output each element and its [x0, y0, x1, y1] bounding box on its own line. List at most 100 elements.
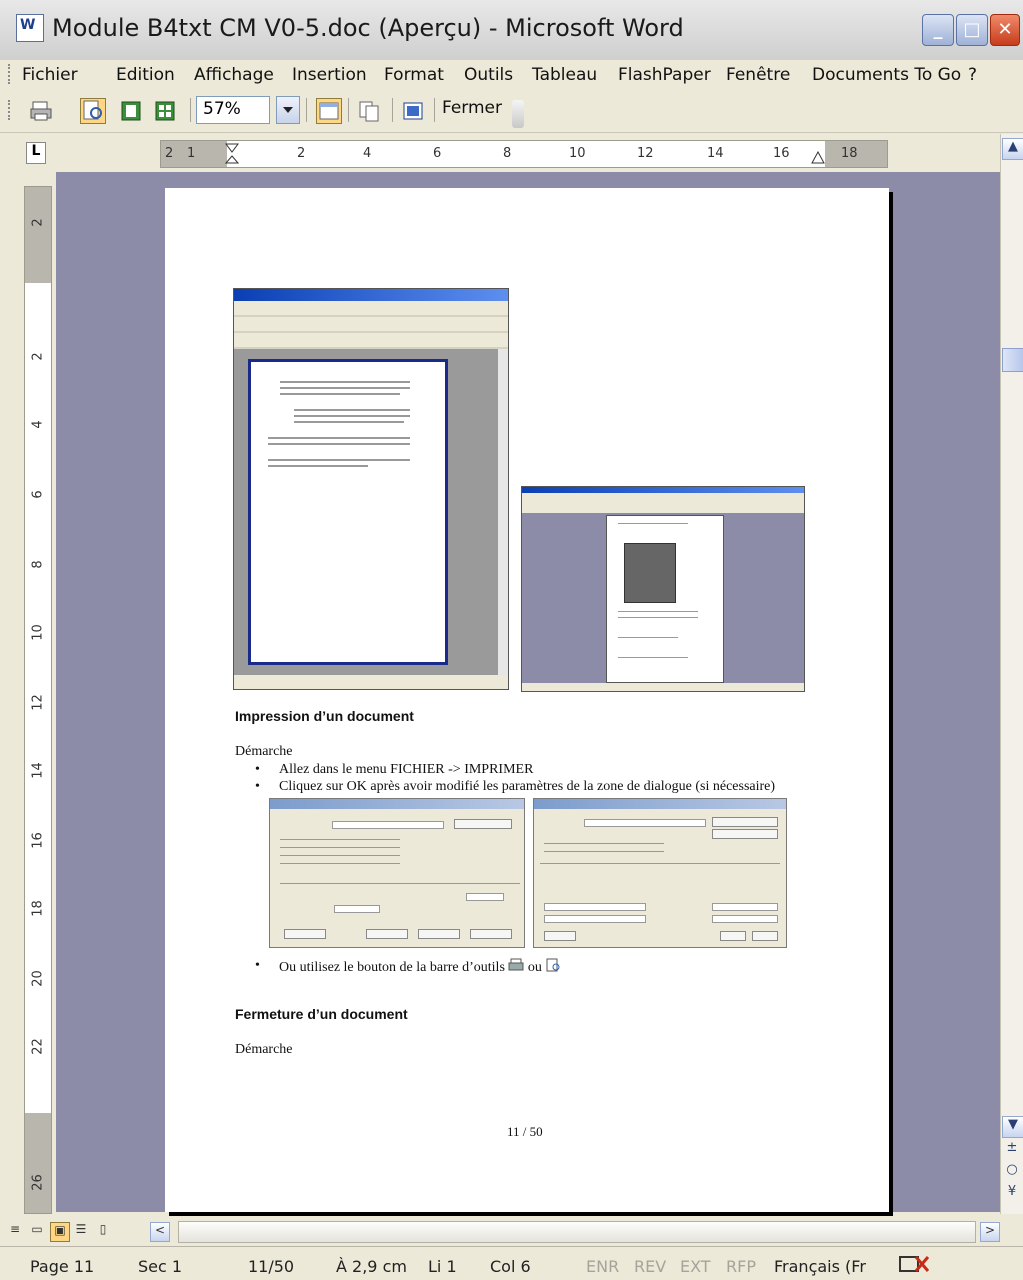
ruler-label: 6 — [30, 490, 46, 499]
chevron-down-icon[interactable] — [276, 96, 300, 124]
menu-format[interactable]: Format — [384, 65, 444, 85]
ruler-label: 2 — [297, 146, 306, 161]
bullet-toolbar-text: Ou utilisez le bouton de la barre d’outi… — [279, 960, 505, 975]
minimize-button[interactable]: _ — [922, 14, 954, 46]
toolbar-grip[interactable] — [8, 100, 12, 120]
word-doc-icon: W — [16, 14, 44, 42]
previous-page-icon[interactable]: ± — [1002, 1140, 1022, 1160]
indent-marker-icon[interactable] — [225, 143, 239, 167]
scroll-right-icon[interactable]: > — [980, 1222, 1000, 1242]
bullet-or-text: ou — [527, 960, 542, 975]
ruler-label: 4 — [30, 420, 46, 429]
ruler-label: 16 — [773, 146, 790, 161]
shrink-to-fit-icon[interactable] — [356, 98, 382, 124]
status-mode-rev[interactable]: REV — [634, 1257, 666, 1276]
ruler-label: 2 — [165, 146, 174, 161]
bullet-icon: • — [255, 762, 260, 777]
bullet-icon: • — [255, 958, 260, 973]
next-page-icon[interactable]: ¥ — [1002, 1184, 1022, 1204]
ruler-label: 18 — [841, 146, 858, 161]
print-dialog-word — [269, 798, 525, 948]
page-number: 11 / 50 — [507, 1124, 543, 1139]
close-heading: Fermeture d’un document — [235, 1006, 408, 1022]
print-icon[interactable] — [28, 98, 54, 124]
ruler-label: 2 — [30, 352, 46, 361]
ruler-label: 20 — [30, 970, 46, 987]
status-column: Col 6 — [490, 1257, 531, 1276]
window-title: Module B4txt CM V0-5.doc (Aperçu) - Micr… — [52, 14, 684, 42]
status-mode-ext[interactable]: EXT — [680, 1257, 711, 1276]
toolbar-separator — [306, 98, 307, 122]
outline-view-icon[interactable]: ☰ — [72, 1222, 90, 1240]
toolbar-separator — [348, 98, 349, 122]
toolbar-separator — [190, 98, 191, 122]
status-mode-enr[interactable]: ENR — [586, 1257, 619, 1276]
right-indent-marker-icon[interactable] — [811, 151, 825, 165]
vertical-ruler[interactable]: 2 2 4 6 8 10 12 14 16 18 20 22 26 — [24, 186, 52, 1214]
bullet-menu-print: Allez dans le menu FICHIER -> IMPRIMER — [279, 762, 534, 777]
spelling-status-icon[interactable] — [898, 1253, 930, 1279]
reading-layout-icon[interactable]: ▯ — [94, 1222, 112, 1240]
menu-fenetre[interactable]: Fenêtre — [726, 65, 790, 85]
menu-flashpaper[interactable]: FlashPaper — [618, 65, 711, 85]
toolbar-options-icon[interactable] — [512, 100, 524, 128]
close-preview-button[interactable]: Fermer — [442, 98, 502, 118]
ruler-label: 14 — [30, 762, 46, 779]
status-position: À 2,9 cm — [336, 1257, 407, 1276]
ruler-label: 2 — [30, 218, 46, 227]
ruler-label: 18 — [30, 900, 46, 917]
bullet-toolbar-button: Ou utilisez le bouton de la barre d’outi… — [279, 958, 561, 976]
menu-outils[interactable]: Outils — [464, 65, 513, 85]
print-layout-icon[interactable]: ▣ — [50, 1222, 70, 1242]
menubar-grip[interactable] — [8, 64, 12, 84]
menu-affichage[interactable]: Affichage — [194, 65, 274, 85]
ruler-label: 8 — [503, 146, 512, 161]
print-button-icon — [508, 958, 524, 971]
title-bar: W Module B4txt CM V0-5.doc (Aperçu) - Mi… — [0, 0, 1023, 61]
demarche-label: Démarche — [235, 744, 293, 759]
toolbar-separator — [392, 98, 393, 122]
close-button[interactable]: ✕ — [990, 14, 1020, 46]
openoffice-screenshot — [233, 288, 509, 690]
vertical-scrollbar[interactable]: ▲ ▼ ± ○ ¥ — [1000, 134, 1023, 1214]
print-dialog-openoffice — [533, 798, 787, 948]
web-layout-icon[interactable]: ▭ — [28, 1222, 46, 1240]
normal-view-icon[interactable]: ≡ — [6, 1222, 24, 1240]
scroll-up-icon[interactable]: ▲ — [1002, 138, 1023, 160]
select-browse-object-icon[interactable]: ○ — [1002, 1162, 1022, 1182]
ruler-label: 6 — [433, 146, 442, 161]
horizontal-scrollbar[interactable] — [178, 1221, 976, 1243]
ruler-label: 4 — [363, 146, 372, 161]
ruler-label: 16 — [30, 832, 46, 849]
menu-help[interactable]: ? — [968, 65, 977, 85]
status-language[interactable]: Français (Fr — [774, 1257, 866, 1276]
maximize-button[interactable]: □ — [956, 14, 988, 46]
full-screen-icon[interactable] — [400, 98, 426, 124]
one-page-icon[interactable] — [118, 98, 144, 124]
tab-selector-icon[interactable]: L — [26, 142, 46, 164]
zoom-select[interactable]: 57% — [196, 96, 270, 124]
demarche-label-2: Démarche — [235, 1042, 293, 1057]
view-ruler-icon[interactable] — [316, 98, 342, 124]
ruler-label: 26 — [30, 1174, 46, 1191]
menu-edition[interactable]: Edition — [116, 65, 175, 85]
scroll-left-icon[interactable]: < — [150, 1222, 170, 1242]
menu-insertion[interactable]: Insertion — [292, 65, 367, 85]
menu-documents-to-go[interactable]: Documents To Go — [812, 65, 961, 85]
menu-fichier[interactable]: Fichier — [22, 65, 78, 85]
status-section: Sec 1 — [138, 1257, 183, 1276]
print-preview-button-icon — [546, 958, 560, 972]
multiple-pages-icon[interactable] — [152, 98, 178, 124]
magnifier-icon[interactable] — [80, 98, 106, 124]
ruler-label: 8 — [30, 560, 46, 569]
status-mode-rfp[interactable]: RFP — [726, 1257, 756, 1276]
bullet-icon: • — [255, 779, 260, 794]
scroll-down-icon[interactable]: ▼ — [1002, 1116, 1023, 1138]
menu-tableau[interactable]: Tableau — [532, 65, 597, 85]
horizontal-ruler[interactable]: 2 1 2 4 6 8 10 12 14 16 18 — [160, 140, 888, 168]
zoom-value: 57% — [203, 99, 241, 119]
ruler-label: 10 — [30, 624, 46, 641]
scroll-thumb[interactable] — [1002, 348, 1023, 372]
document-page[interactable]: Impression d’un document Démarche • Alle… — [165, 188, 889, 1212]
status-page: Page 11 — [30, 1257, 95, 1276]
